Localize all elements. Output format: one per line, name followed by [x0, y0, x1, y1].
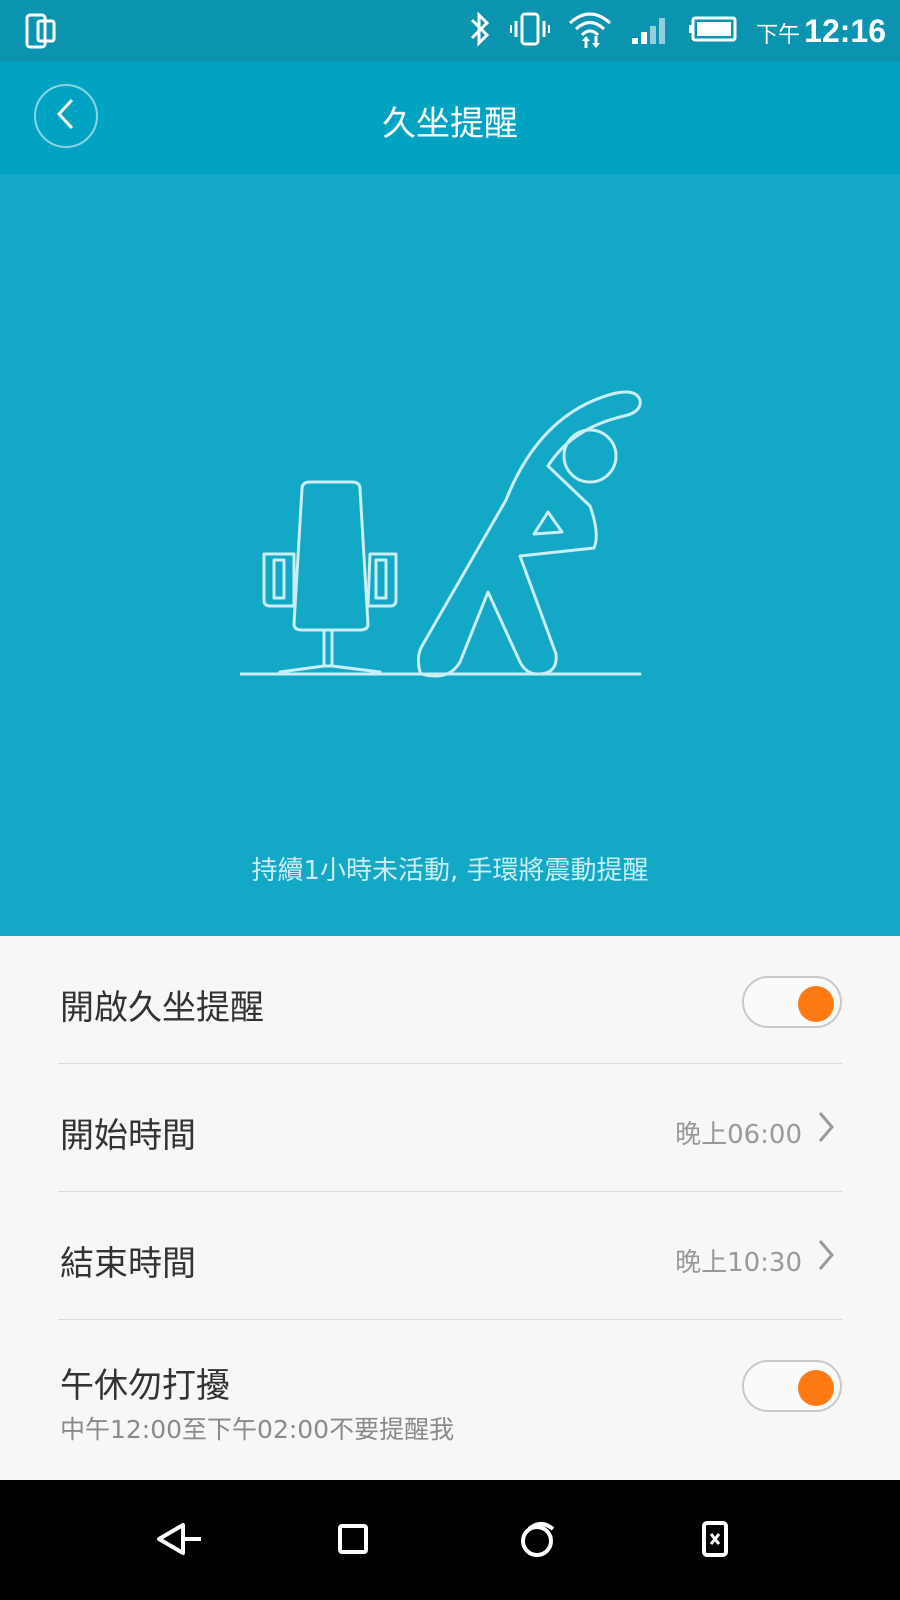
nap-dnd-row: 午休勿打擾 中午12:00至下午02:00不要提醒我: [58, 1320, 842, 1464]
toggle-knob: [798, 986, 834, 1022]
toggle-knob: [798, 1370, 834, 1406]
status-bar: 下午 12:16: [0, 0, 900, 62]
stretching-person-icon: [416, 390, 642, 678]
app-bar: 久坐提醒: [0, 62, 900, 174]
wifi-icon: [568, 9, 612, 53]
system-nav-bar: [0, 1480, 900, 1600]
battery-icon: [688, 15, 738, 47]
chair-icon: [262, 480, 398, 674]
chevron-right-icon: [816, 1110, 836, 1148]
nav-app-switch-button[interactable]: [690, 1516, 740, 1566]
hero-banner: 持續1小時未活動, 手環將震動提醒: [0, 174, 900, 936]
start-time-value: 晚上06:00: [675, 1120, 802, 1150]
end-time-label: 結束時間: [60, 1244, 196, 1284]
nap-dnd-description: 中午12:00至下午02:00不要提醒我: [60, 1415, 455, 1444]
hero-caption: 持續1小時未活動, 手環將震動提醒: [251, 856, 649, 886]
clock-time: 12:16: [804, 12, 886, 49]
page-title: 久坐提醒: [382, 104, 518, 144]
nap-dnd-label: 午休勿打擾: [60, 1366, 230, 1406]
back-triangle-icon: [155, 1521, 203, 1561]
end-time-value: 晚上10:30: [675, 1248, 802, 1278]
vibrate-icon: [510, 11, 551, 51]
enable-reminder-toggle[interactable]: [742, 976, 842, 1028]
nap-dnd-toggle[interactable]: [742, 1360, 842, 1412]
chevron-right-icon: [816, 1238, 836, 1276]
start-time-row[interactable]: 開始時間 晚上06:00: [58, 1064, 842, 1192]
recents-circle-icon: [519, 1519, 559, 1563]
app-switch-icon: [701, 1520, 729, 1562]
home-square-icon: [337, 1523, 369, 1559]
sitting-reminder-illustration: [238, 384, 660, 688]
phone-screen-icon: [24, 12, 58, 54]
clock: 下午 12:16: [756, 13, 886, 50]
enable-reminder-label: 開啟久坐提醒: [60, 988, 264, 1028]
bluetooth-icon: [468, 10, 492, 52]
start-time-label: 開始時間: [60, 1116, 196, 1156]
nav-home-button[interactable]: [328, 1516, 378, 1566]
clock-ampm: 下午: [756, 22, 801, 48]
nav-back-button[interactable]: [154, 1516, 204, 1566]
nav-recents-button[interactable]: [514, 1516, 564, 1566]
signal-icon: [630, 12, 670, 50]
enable-reminder-row: 開啟久坐提醒: [58, 936, 842, 1064]
end-time-row[interactable]: 結束時間 晚上10:30: [58, 1192, 842, 1320]
settings-list: 開啟久坐提醒 開始時間 晚上06:00 結束時間 晚上10:30 午休勿打擾 中…: [0, 936, 900, 1464]
